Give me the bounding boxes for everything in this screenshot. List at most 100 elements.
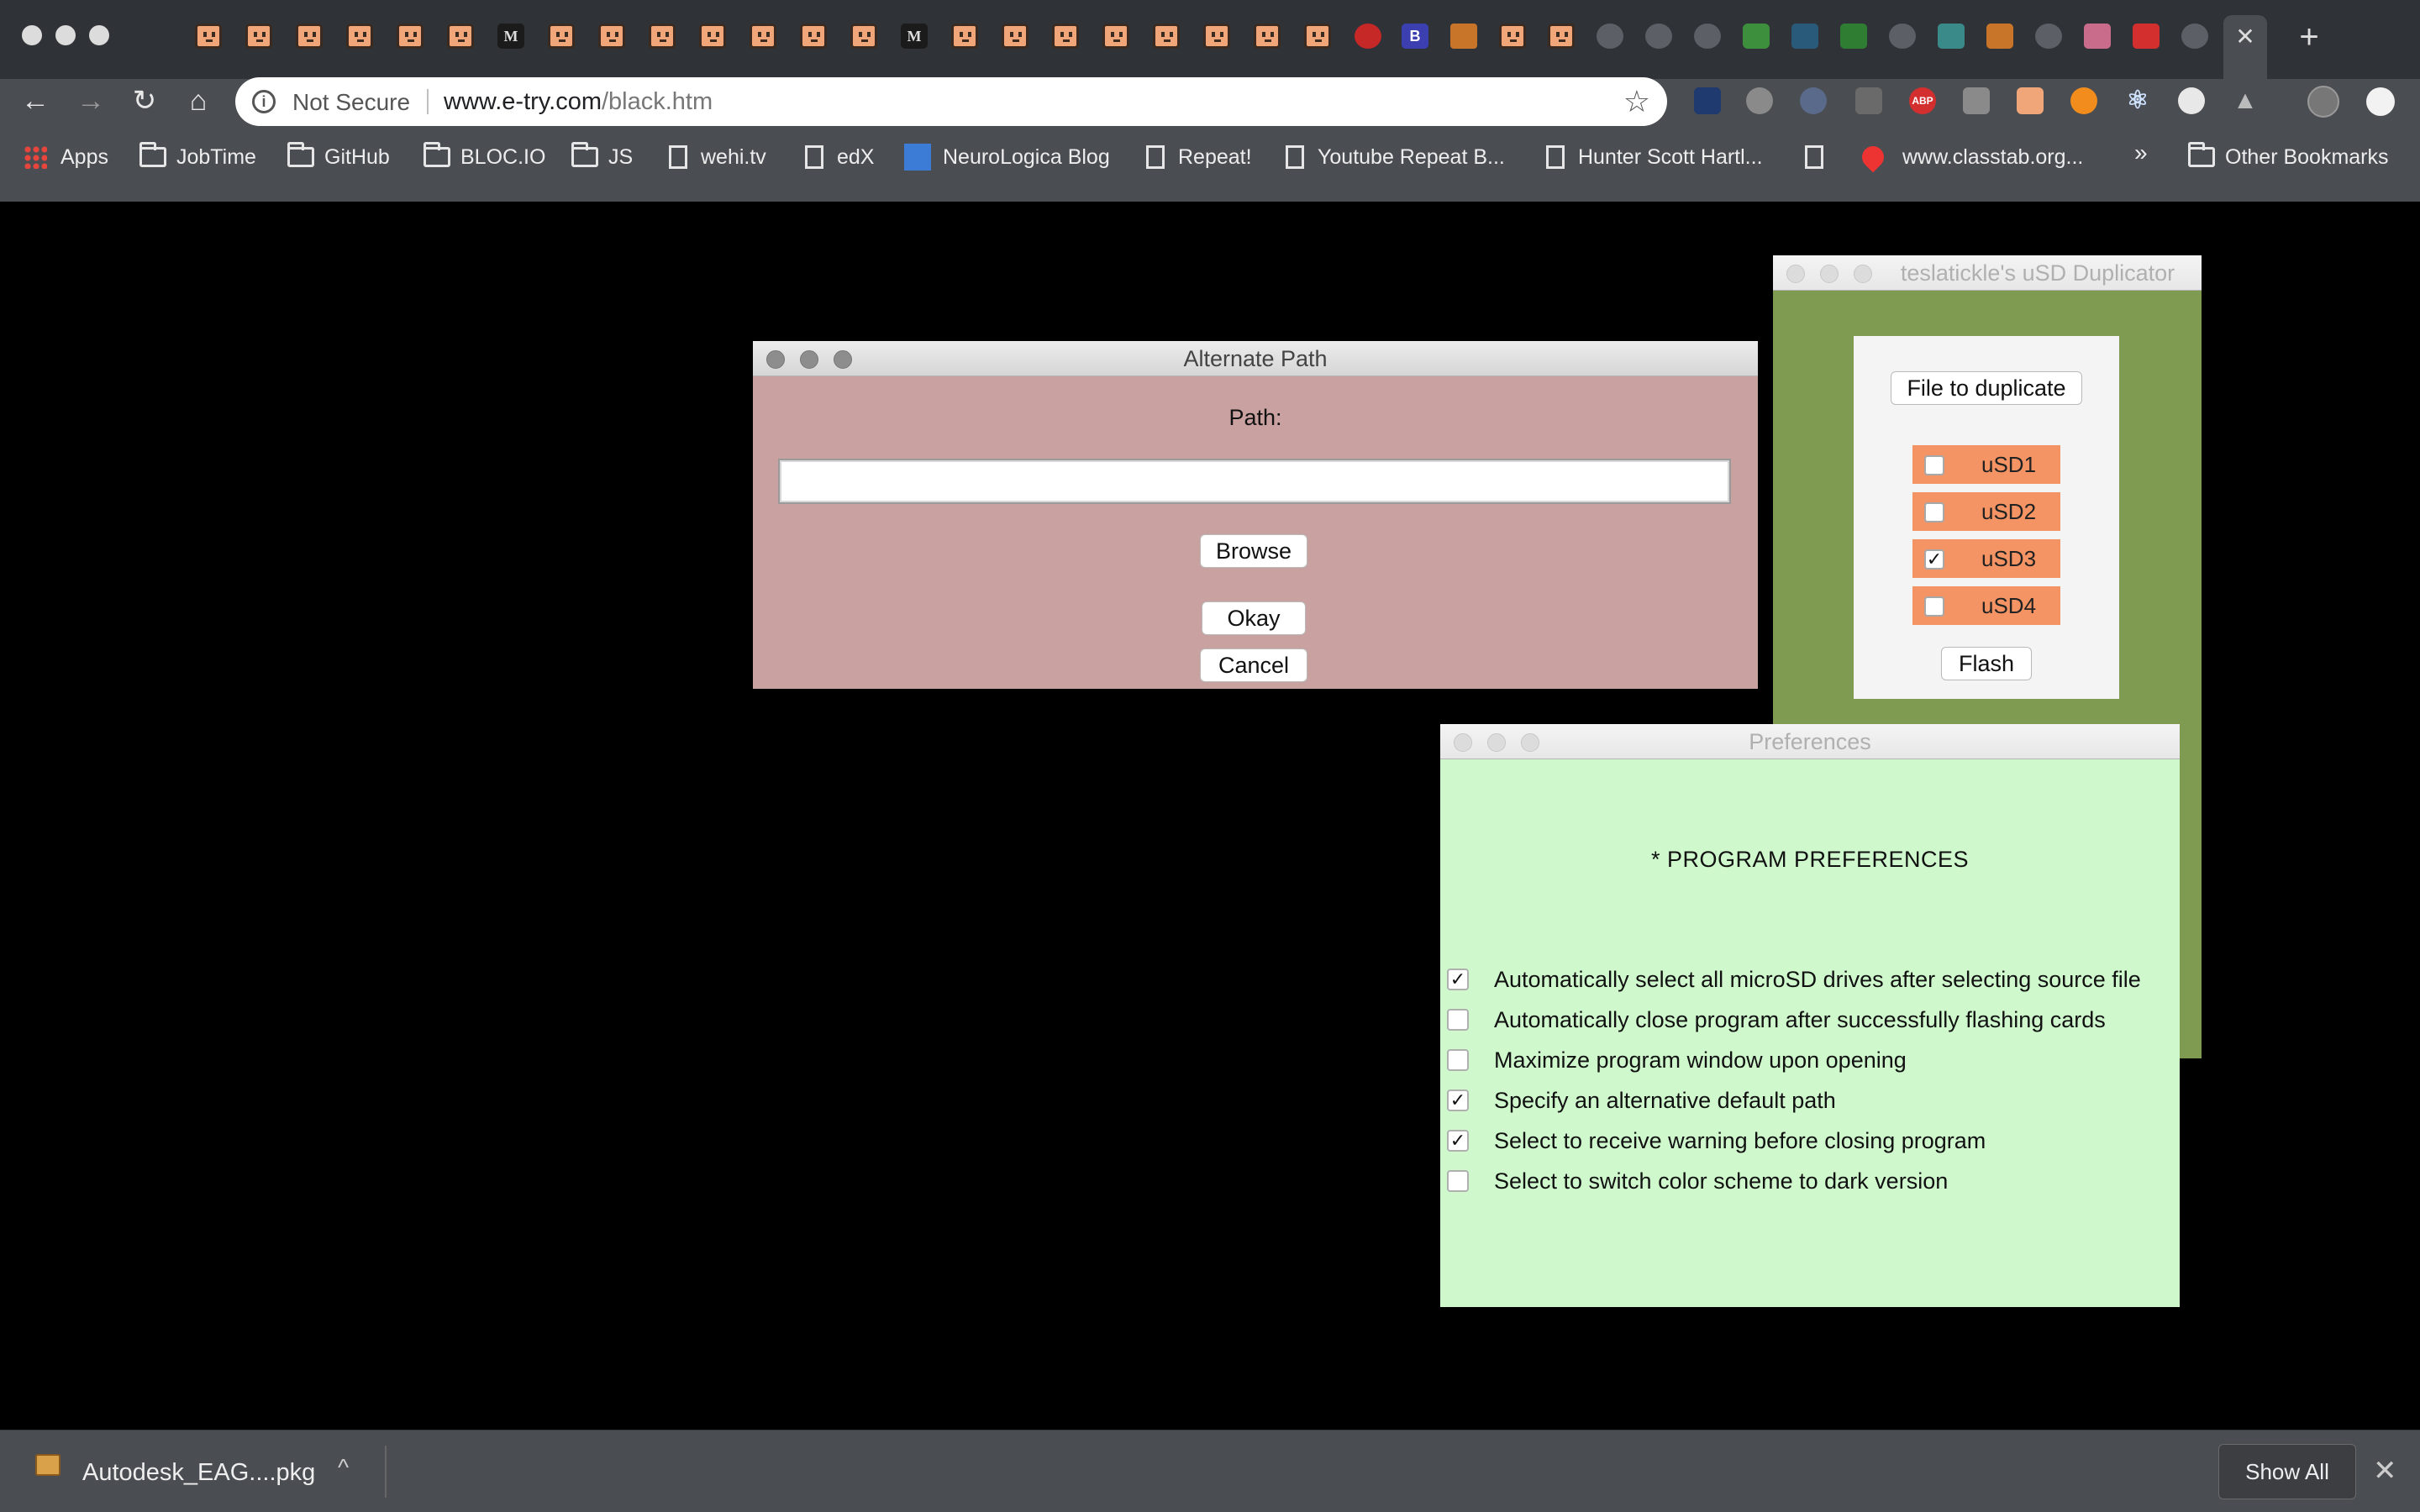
tab-medium-icon[interactable]: M: [497, 24, 524, 49]
bookmark-classtab[interactable]: www.classtab.org...: [1857, 141, 2083, 173]
tab-favicon-face-icon[interactable]: [699, 24, 726, 49]
window-minimize-dot[interactable]: [1487, 733, 1506, 752]
preference-option[interactable]: Automatically close program after succes…: [1447, 1006, 2106, 1033]
tab-favicon-face-icon[interactable]: [346, 24, 373, 49]
tab-favicon-icon[interactable]: [2133, 24, 2160, 49]
close-shelf-icon[interactable]: ✕: [2373, 1454, 2397, 1488]
preference-checkbox[interactable]: [1447, 1009, 1469, 1031]
window-minimize-dot[interactable]: [800, 350, 818, 369]
bookmark-other[interactable]: Other Bookmarks: [2188, 142, 2389, 172]
usd-drive-row[interactable]: uSD4: [1912, 586, 2060, 625]
preference-checkbox[interactable]: [1447, 1049, 1469, 1071]
tab-favicon-icon[interactable]: [1791, 24, 1818, 49]
tab-favicon-face-icon[interactable]: [296, 24, 323, 49]
profile-avatar[interactable]: [2307, 86, 2339, 118]
usd4-checkbox[interactable]: [1924, 596, 1944, 617]
tab-medium-icon[interactable]: M: [901, 24, 928, 49]
tab-github-icon[interactable]: [2181, 24, 2208, 49]
tab-favicon-face-icon[interactable]: [649, 24, 676, 49]
tab-favicon-icon[interactable]: [2084, 24, 2111, 49]
preference-option[interactable]: Maximize program window upon opening: [1447, 1047, 1907, 1074]
tab-pen-icon[interactable]: [1694, 24, 1721, 49]
react-extension-icon[interactable]: ⚛: [2124, 87, 2151, 114]
extension-icon[interactable]: [1746, 87, 1773, 114]
preference-checkbox[interactable]: [1447, 1170, 1469, 1192]
tab-favicon-face-icon[interactable]: [1052, 24, 1079, 49]
window-close-dot[interactable]: [1454, 733, 1472, 752]
bookmark-wehi-tv[interactable]: wehi.tv: [669, 142, 766, 172]
tab-favicon-face-icon[interactable]: [1254, 24, 1281, 49]
close-tab-icon[interactable]: ✕: [2233, 25, 2257, 49]
window-titlebar[interactable]: Preferences: [1440, 724, 2180, 759]
window-titlebar[interactable]: Alternate Path: [753, 341, 1758, 376]
bookmark-edx[interactable]: edX: [805, 142, 874, 172]
tab-stackoverflow-icon[interactable]: [1986, 24, 2013, 49]
window-zoom-dot[interactable]: [834, 350, 852, 369]
tab-favicon-face-icon[interactable]: [1548, 24, 1575, 49]
window-close-dot[interactable]: [1786, 265, 1805, 283]
tab-favicon-face-icon[interactable]: [397, 24, 424, 49]
tab-favicon-face-icon[interactable]: [750, 24, 776, 49]
cloud-extension-icon[interactable]: [1800, 87, 1827, 114]
usd3-checkbox[interactable]: ✓: [1924, 549, 1944, 570]
tab-b-icon[interactable]: B: [1402, 24, 1428, 49]
tab-favicon-face-icon[interactable]: [447, 24, 474, 49]
bookmarks-overflow-chevron[interactable]: »: [2134, 139, 2148, 166]
download-options-chevron-icon[interactable]: ^: [338, 1454, 349, 1481]
bookmark-neurologica[interactable]: NeuroLogica Blog: [904, 142, 1110, 172]
tab-favicon-face-icon[interactable]: [1499, 24, 1526, 49]
tab-favicon-face-icon[interactable]: [850, 24, 877, 49]
window-titlebar[interactable]: teslatickle's uSD Duplicator: [1773, 255, 2202, 291]
new-tab-button[interactable]: +: [2294, 20, 2324, 54]
back-icon[interactable]: ←: [18, 84, 52, 118]
bookmark-star-icon[interactable]: ☆: [1623, 84, 1650, 119]
window-zoom-dot[interactable]: [1521, 733, 1539, 752]
tab-favicon-face-icon[interactable]: [548, 24, 575, 49]
bookmark-github[interactable]: GitHub: [287, 142, 390, 172]
tab-favicon-face-icon[interactable]: [1304, 24, 1331, 49]
preference-checkbox[interactable]: ✓: [1447, 1089, 1469, 1111]
bookmark-js[interactable]: JS: [571, 142, 633, 172]
adblock-extension-icon[interactable]: ABP: [1909, 87, 1936, 114]
tab-node-icon[interactable]: [1743, 24, 1770, 49]
bookmark-apps[interactable]: Apps: [24, 142, 108, 172]
bookmark-jobtime[interactable]: JobTime: [139, 142, 256, 172]
tab-favicon-icon[interactable]: [1938, 24, 1965, 49]
tab-favicon-icon[interactable]: [1840, 24, 1867, 49]
window-close-dot[interactable]: [22, 25, 42, 45]
security-label[interactable]: Not Secure: [292, 89, 410, 116]
tab-youtube-icon[interactable]: [1355, 24, 1381, 49]
bookmark-bloc-io[interactable]: BLOC.IO: [424, 142, 545, 172]
tab-favicon-face-icon[interactable]: [1002, 24, 1028, 49]
browser-menu-icon[interactable]: [2366, 87, 2395, 116]
info-icon[interactable]: i: [252, 90, 276, 113]
path-input[interactable]: [778, 459, 1731, 504]
tab-pen-icon[interactable]: [1645, 24, 1672, 49]
window-minimize-dot[interactable]: [1820, 265, 1839, 283]
tab-favicon-icon[interactable]: [1597, 24, 1623, 49]
window-close-dot[interactable]: [766, 350, 785, 369]
bookmark-youtube-repeat[interactable]: Youtube Repeat B...: [1286, 142, 1505, 172]
usd-drive-row[interactable]: ✓ uSD3: [1912, 539, 2060, 578]
drive-extension-icon[interactable]: ▲: [2232, 87, 2259, 114]
preference-option[interactable]: ✓ Automatically select all microSD drive…: [1447, 966, 2141, 993]
usd-drive-row[interactable]: uSD2: [1912, 492, 2060, 531]
extension-icon[interactable]: [1963, 87, 1990, 114]
tab-stackoverflow-icon[interactable]: [1450, 24, 1477, 49]
browse-button[interactable]: Browse: [1200, 534, 1307, 568]
window-zoom-dot[interactable]: [89, 25, 109, 45]
preference-option[interactable]: ✓ Select to receive warning before closi…: [1447, 1127, 1986, 1154]
bookmark-repeat[interactable]: Repeat!: [1146, 142, 1252, 172]
url-text[interactable]: www.e-try.com/black.htm: [444, 88, 713, 116]
file-to-duplicate-button[interactable]: File to duplicate: [1891, 371, 2082, 405]
tab-favicon-face-icon[interactable]: [800, 24, 827, 49]
reload-icon[interactable]: ↻: [128, 84, 161, 118]
usd2-checkbox[interactable]: [1924, 502, 1944, 522]
download-file-name[interactable]: Autodesk_EAG....pkg: [82, 1459, 315, 1487]
tab-github-icon[interactable]: [1889, 24, 1916, 49]
tab-favicon-face-icon[interactable]: [598, 24, 625, 49]
preference-option[interactable]: ✓ Specify an alternative default path: [1447, 1087, 1836, 1114]
tab-favicon-face-icon[interactable]: [245, 24, 272, 49]
tab-favicon-face-icon[interactable]: [951, 24, 978, 49]
window-zoom-dot[interactable]: [1854, 265, 1872, 283]
